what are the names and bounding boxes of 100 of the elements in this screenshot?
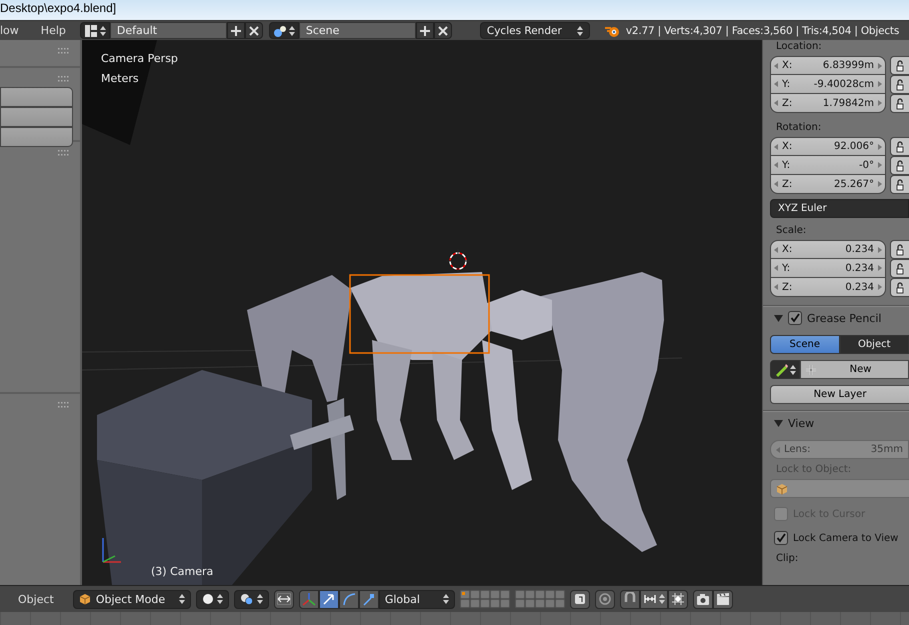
padlock-icon[interactable] bbox=[896, 78, 904, 90]
padlock-icon[interactable] bbox=[896, 178, 904, 190]
lock-toggle[interactable] bbox=[890, 175, 909, 194]
drag-grip-icon[interactable] bbox=[58, 402, 70, 408]
ring-icon[interactable] bbox=[598, 592, 612, 606]
up-down-arrows-icon[interactable] bbox=[442, 593, 449, 605]
up-down-arrows-icon[interactable] bbox=[178, 593, 185, 605]
clapperboard-icon[interactable] bbox=[716, 592, 730, 606]
padlock-icon[interactable] bbox=[896, 262, 904, 274]
lock-toggle[interactable] bbox=[890, 94, 909, 113]
tool-button[interactable] bbox=[0, 127, 73, 147]
section-label: Scale: bbox=[775, 224, 808, 238]
render-animation-button[interactable] bbox=[712, 590, 733, 608]
pencil-selector[interactable] bbox=[770, 360, 800, 379]
close-button[interactable] bbox=[244, 22, 263, 39]
render-button[interactable] bbox=[692, 590, 713, 608]
enable-checkbox[interactable] bbox=[788, 311, 802, 325]
padlock-icon[interactable] bbox=[896, 160, 904, 172]
add-button[interactable] bbox=[416, 22, 434, 39]
sphere-icon[interactable] bbox=[202, 593, 214, 605]
scene-name-field[interactable]: Scene bbox=[298, 22, 416, 39]
snap-button[interactable] bbox=[620, 590, 640, 608]
shading-dropdown[interactable] bbox=[196, 590, 229, 608]
orientation-dropdown[interactable]: Global bbox=[378, 590, 455, 608]
lock-toggle[interactable] bbox=[890, 137, 909, 156]
padlock-icon[interactable] bbox=[896, 244, 904, 256]
menu-item[interactable]: low bbox=[0, 24, 27, 37]
disclosure-triangle-icon[interactable] bbox=[774, 314, 783, 322]
toggle-button[interactable] bbox=[274, 590, 294, 608]
view-name-label: Camera Persp bbox=[101, 52, 178, 65]
mode-dropdown[interactable]: Object Mode bbox=[72, 590, 191, 608]
snap-increment-icon[interactable] bbox=[642, 592, 657, 606]
up-down-arrows-icon[interactable] bbox=[576, 24, 583, 36]
scene-spheres-icon[interactable] bbox=[272, 24, 287, 38]
object-field[interactable] bbox=[770, 479, 909, 498]
pencil-icon[interactable] bbox=[774, 362, 788, 376]
up-down-arrows-icon[interactable] bbox=[790, 364, 796, 376]
padlock-icon[interactable] bbox=[896, 282, 904, 294]
camera-icon[interactable] bbox=[696, 592, 710, 606]
padlock-icon[interactable] bbox=[896, 140, 904, 152]
cube-icon[interactable] bbox=[78, 593, 91, 605]
new-button[interactable]: New bbox=[800, 360, 909, 379]
manipulator-button[interactable] bbox=[298, 590, 319, 608]
source-tab[interactable]: Object bbox=[840, 335, 909, 354]
up-down-arrows-icon[interactable] bbox=[288, 24, 295, 36]
rotate-button[interactable] bbox=[338, 590, 359, 608]
checkbox[interactable] bbox=[774, 531, 788, 545]
proportional-edit-button[interactable] bbox=[594, 590, 615, 608]
section-label: Clip: bbox=[775, 552, 800, 566]
new-layer-button[interactable]: New Layer bbox=[770, 385, 909, 404]
drag-grip-icon[interactable] bbox=[58, 150, 70, 156]
close-icon[interactable] bbox=[438, 26, 448, 36]
lock-toggle[interactable] bbox=[890, 56, 909, 75]
rotation-mode-dropdown[interactable]: XYZ Euler bbox=[770, 199, 909, 218]
menu-item[interactable]: Object bbox=[18, 592, 62, 606]
scene-selector[interactable] bbox=[268, 22, 299, 39]
close-button[interactable] bbox=[434, 22, 452, 39]
circles-icon[interactable] bbox=[240, 593, 254, 605]
panel-title[interactable]: Grease Pencil bbox=[807, 312, 882, 324]
add-button[interactable] bbox=[226, 22, 245, 39]
lock-toggle[interactable] bbox=[890, 259, 909, 278]
lock-toggle[interactable] bbox=[890, 75, 909, 94]
padlock-icon[interactable] bbox=[896, 60, 904, 72]
section-label: Location: bbox=[775, 40, 823, 54]
source-tab[interactable]: Scene bbox=[770, 335, 840, 354]
drag-grip-icon[interactable] bbox=[58, 48, 70, 54]
lock-toggle[interactable] bbox=[890, 240, 909, 259]
layout-grid-icon[interactable] bbox=[84, 24, 98, 38]
translate-button[interactable] bbox=[318, 590, 339, 608]
lock-toggle[interactable] bbox=[890, 156, 909, 175]
cube-icon[interactable] bbox=[776, 483, 788, 495]
panel-title[interactable]: View bbox=[788, 416, 814, 430]
tool-button[interactable] bbox=[0, 107, 73, 127]
up-down-arrows-icon[interactable] bbox=[256, 593, 263, 605]
disclosure-triangle-icon[interactable] bbox=[774, 418, 783, 428]
snap-target-button[interactable] bbox=[668, 590, 688, 608]
scale-handle-icon[interactable] bbox=[362, 592, 376, 606]
up-down-arrows-icon[interactable] bbox=[100, 24, 106, 36]
grid-target-icon[interactable] bbox=[670, 592, 685, 606]
up-down-arrows-icon[interactable] bbox=[658, 593, 665, 605]
checkbox-option[interactable]: Lock Camera to View bbox=[770, 528, 909, 548]
up-down-arrows-icon[interactable] bbox=[216, 593, 223, 605]
scale-button[interactable] bbox=[358, 590, 379, 608]
padlock-icon[interactable] bbox=[896, 98, 904, 110]
double-arrow-icon[interactable] bbox=[276, 593, 291, 605]
close-icon[interactable] bbox=[248, 26, 259, 36]
lock-layer-button[interactable] bbox=[570, 590, 590, 608]
lock-toggle[interactable] bbox=[890, 278, 909, 297]
drag-grip-icon[interactable] bbox=[58, 76, 70, 82]
pivot-dropdown[interactable] bbox=[234, 590, 269, 608]
snap-element-dropdown[interactable] bbox=[640, 590, 668, 608]
arrow-icon[interactable] bbox=[322, 592, 336, 606]
units-label: Meters bbox=[101, 72, 139, 85]
screen-layout-selector[interactable] bbox=[80, 22, 110, 39]
menu-item[interactable]: Help bbox=[40, 24, 74, 37]
plus-icon[interactable] bbox=[805, 364, 817, 376]
render-engine-dropdown[interactable]: Cycles Render bbox=[480, 22, 590, 39]
tool-button[interactable] bbox=[0, 87, 73, 107]
screen-layout-name-field[interactable]: Default bbox=[110, 22, 227, 39]
arc-icon[interactable] bbox=[342, 592, 356, 606]
